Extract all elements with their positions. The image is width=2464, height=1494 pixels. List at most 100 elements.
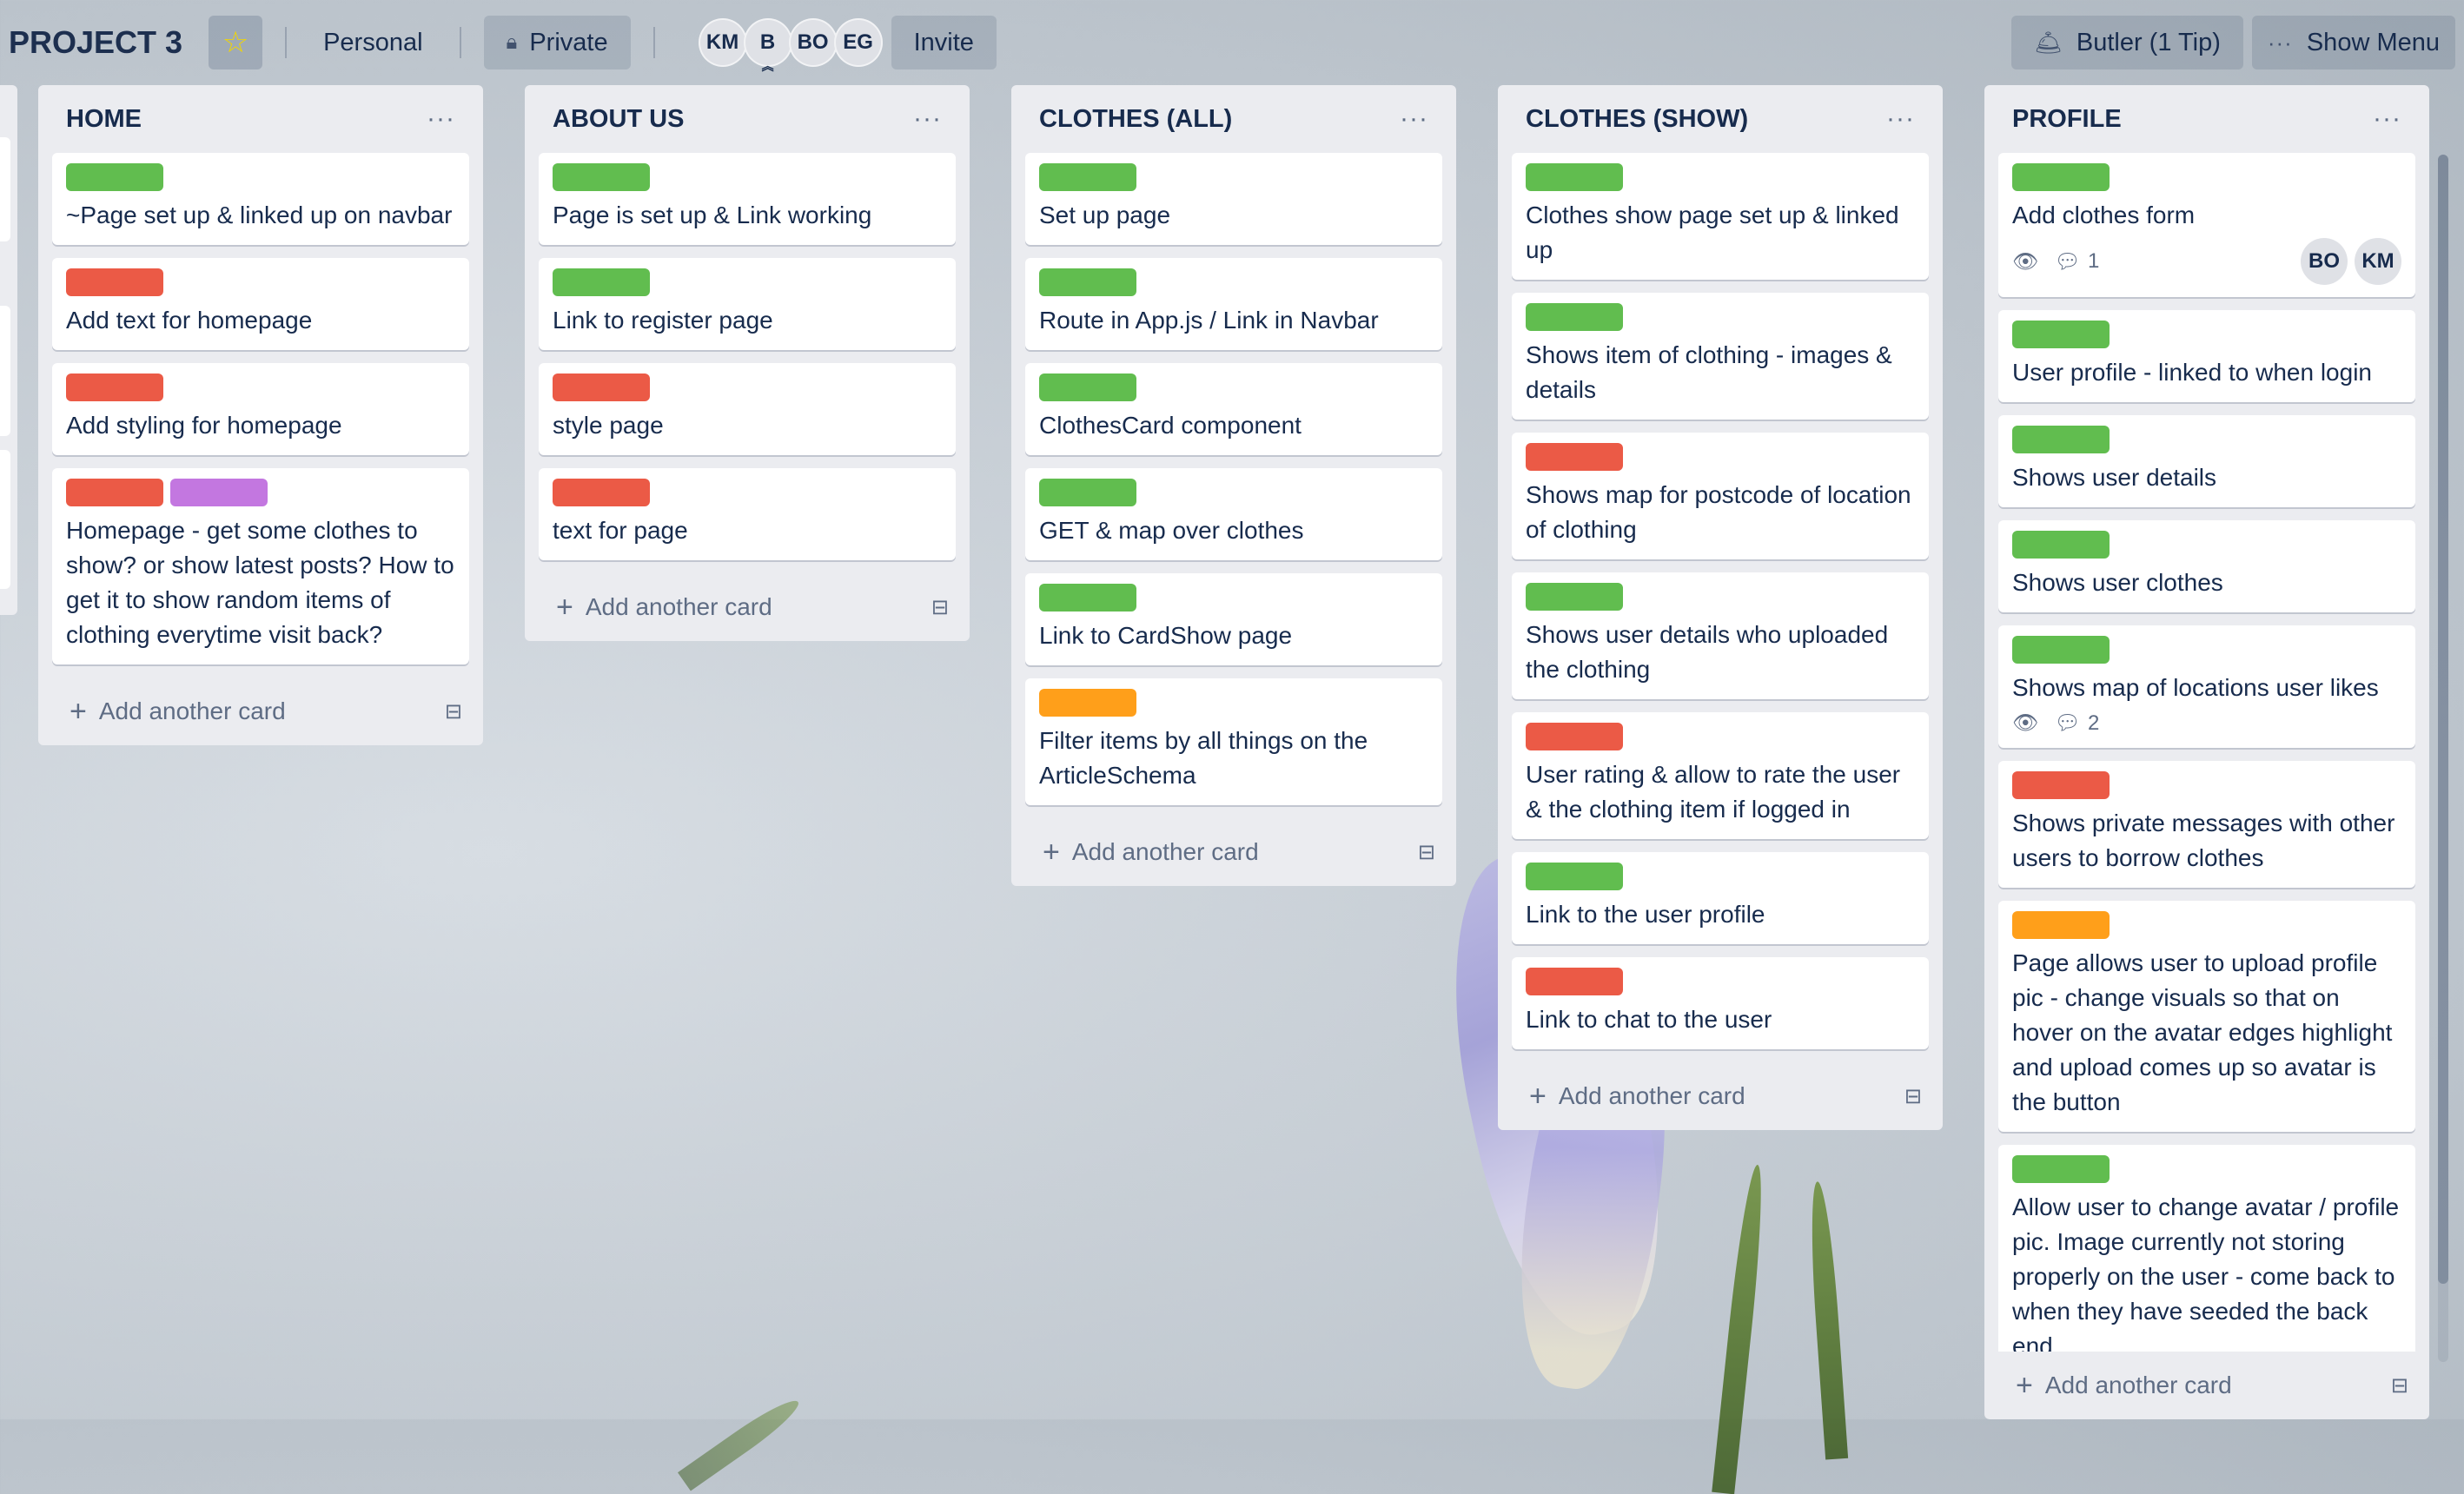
member-avatar[interactable]: BO	[788, 18, 838, 67]
list-menu-icon[interactable]: ···	[913, 104, 942, 134]
list-title[interactable]: CLOTHES (SHOW)	[1526, 105, 1748, 134]
add-card-button[interactable]: + Add another card	[1043, 837, 1259, 867]
list-title[interactable]: HOME	[66, 105, 142, 134]
label-green[interactable]	[1039, 374, 1136, 401]
label-green[interactable]	[66, 163, 163, 191]
card[interactable]: Add styling for homepage	[52, 363, 469, 455]
card[interactable]: Link to CardShow page	[1025, 573, 1442, 665]
label-green[interactable]	[1039, 584, 1136, 611]
label-green[interactable]	[2012, 1155, 2110, 1183]
card[interactable]: Page allows user to upload profile pic -…	[1998, 901, 2415, 1132]
card[interactable]: Add clothes form 👁︎ 💬︎ 1 BO KM	[1998, 153, 2415, 297]
card-template-icon[interactable]: ⊟	[2391, 1373, 2408, 1398]
add-card-button[interactable]: + Add another card	[2016, 1371, 2232, 1400]
label-green[interactable]	[553, 163, 650, 191]
card[interactable]: Route in App.js / Link in Navbar	[1025, 258, 1442, 350]
card-member-avatar[interactable]: KM	[2355, 238, 2401, 285]
label-green[interactable]	[1526, 863, 1623, 890]
label-green[interactable]	[1526, 303, 1623, 331]
label-orange[interactable]	[1039, 689, 1136, 717]
card[interactable]: Shows user details who uploaded the clot…	[1512, 572, 1929, 699]
workspace-button[interactable]: Personal	[309, 16, 436, 69]
card[interactable]: Add text for homepage	[52, 258, 469, 350]
list-menu-icon[interactable]: ···	[1886, 104, 1915, 134]
label-red[interactable]	[553, 479, 650, 506]
label-red[interactable]	[553, 374, 650, 401]
list-about-us[interactable]: ABOUT US ··· Page is set up & Link worki…	[525, 85, 970, 641]
card[interactable]: Allow user to change avatar / profile pi…	[1998, 1145, 2415, 1352]
label-red[interactable]	[1526, 968, 1623, 995]
label-green[interactable]	[1039, 268, 1136, 296]
label-red[interactable]	[66, 479, 163, 506]
list-clothes-show[interactable]: CLOTHES (SHOW) ··· Clothes show page set…	[1498, 85, 1943, 1130]
card[interactable]: GET & map over clothes	[1025, 468, 1442, 560]
partial-card[interactable]	[0, 137, 10, 241]
label-green[interactable]	[1039, 163, 1136, 191]
list-title[interactable]: CLOTHES (ALL)	[1039, 105, 1232, 134]
label-green[interactable]	[553, 268, 650, 296]
list-home[interactable]: HOME ··· ~Page set up & linked up on nav…	[38, 85, 483, 745]
card[interactable]: Page is set up & Link working	[539, 153, 956, 245]
partial-card[interactable]	[0, 306, 10, 436]
list-menu-icon[interactable]: ···	[2373, 104, 2401, 134]
member-avatar[interactable]: KM	[698, 18, 747, 67]
visibility-button[interactable]: 🔒︎ Private	[483, 16, 631, 69]
label-red[interactable]	[66, 374, 163, 401]
board-title[interactable]: PROJECT 3	[9, 24, 182, 61]
label-red[interactable]	[1526, 723, 1623, 750]
member-avatar[interactable]: B ︽	[743, 18, 792, 72]
card[interactable]: Link to the user profile	[1512, 852, 1929, 944]
label-red[interactable]	[1526, 443, 1623, 471]
list-clothes-all[interactable]: CLOTHES (ALL) ··· Set up page Route in A…	[1011, 85, 1456, 886]
label-green[interactable]	[1526, 583, 1623, 611]
add-card-button[interactable]: + Add another card	[1529, 1081, 1745, 1111]
scrollbar-thumb[interactable]	[2438, 155, 2448, 1284]
card-template-icon[interactable]: ⊟	[1904, 1084, 1922, 1109]
card[interactable]: ClothesCard component	[1025, 363, 1442, 455]
card[interactable]: Clothes show page set up & linked up	[1512, 153, 1929, 280]
card[interactable]: text for page	[539, 468, 956, 560]
card[interactable]: Shows item of clothing - images & detail…	[1512, 293, 1929, 420]
label-green[interactable]	[2012, 531, 2110, 559]
card[interactable]: Filter items by all things on the Articl…	[1025, 678, 1442, 805]
star-board-button[interactable]: ☆	[209, 16, 263, 69]
card-template-icon[interactable]: ⊟	[1418, 840, 1435, 865]
partial-card[interactable]	[0, 450, 10, 589]
add-card-button[interactable]: + Add another card	[556, 592, 772, 622]
label-green[interactable]	[1526, 163, 1623, 191]
add-card-button[interactable]: + Add another card	[70, 697, 286, 726]
card[interactable]: Set up page	[1025, 153, 1442, 245]
list-profile[interactable]: PROFILE ··· Add clothes form 👁︎ 💬︎ 1 BO …	[1984, 85, 2429, 1419]
card[interactable]: Link to chat to the user	[1512, 957, 1929, 1049]
label-red[interactable]	[2012, 771, 2110, 799]
list-scrollbar[interactable]	[2438, 155, 2448, 1362]
partial-list[interactable]	[0, 85, 17, 615]
card[interactable]: ~Page set up & linked up on navbar	[52, 153, 469, 245]
list-title[interactable]: PROFILE	[2012, 105, 2122, 134]
butler-button[interactable]: 🛎︎ Butler (1 Tip)	[2010, 16, 2243, 69]
card[interactable]: style page	[539, 363, 956, 455]
label-green[interactable]	[1039, 479, 1136, 506]
member-avatar[interactable]: EG	[833, 18, 883, 67]
card[interactable]: Shows map for postcode of location of cl…	[1512, 433, 1929, 559]
card[interactable]: Homepage - get some clothes to show? or …	[52, 468, 469, 664]
label-purple[interactable]	[170, 479, 268, 506]
label-green[interactable]	[2012, 426, 2110, 453]
card[interactable]: Shows user clothes	[1998, 520, 2415, 612]
card[interactable]: Shows map of locations user likes 👁︎ 💬︎ …	[1998, 625, 2415, 748]
card[interactable]: Shows user details	[1998, 415, 2415, 507]
label-green[interactable]	[2012, 321, 2110, 348]
list-title[interactable]: ABOUT US	[553, 105, 684, 134]
card-member-avatar[interactable]: BO	[2301, 238, 2348, 285]
card[interactable]: Link to register page	[539, 258, 956, 350]
card[interactable]: Shows private messages with other users …	[1998, 761, 2415, 888]
label-red[interactable]	[66, 268, 163, 296]
card-template-icon[interactable]: ⊟	[931, 595, 949, 620]
invite-button[interactable]: Invite	[891, 16, 997, 69]
label-orange[interactable]	[2012, 911, 2110, 939]
card[interactable]: User profile - linked to when login	[1998, 310, 2415, 402]
card[interactable]: User rating & allow to rate the user & t…	[1512, 712, 1929, 839]
list-menu-icon[interactable]: ···	[427, 104, 455, 134]
label-green[interactable]	[2012, 636, 2110, 664]
list-menu-icon[interactable]: ···	[1400, 104, 1428, 134]
